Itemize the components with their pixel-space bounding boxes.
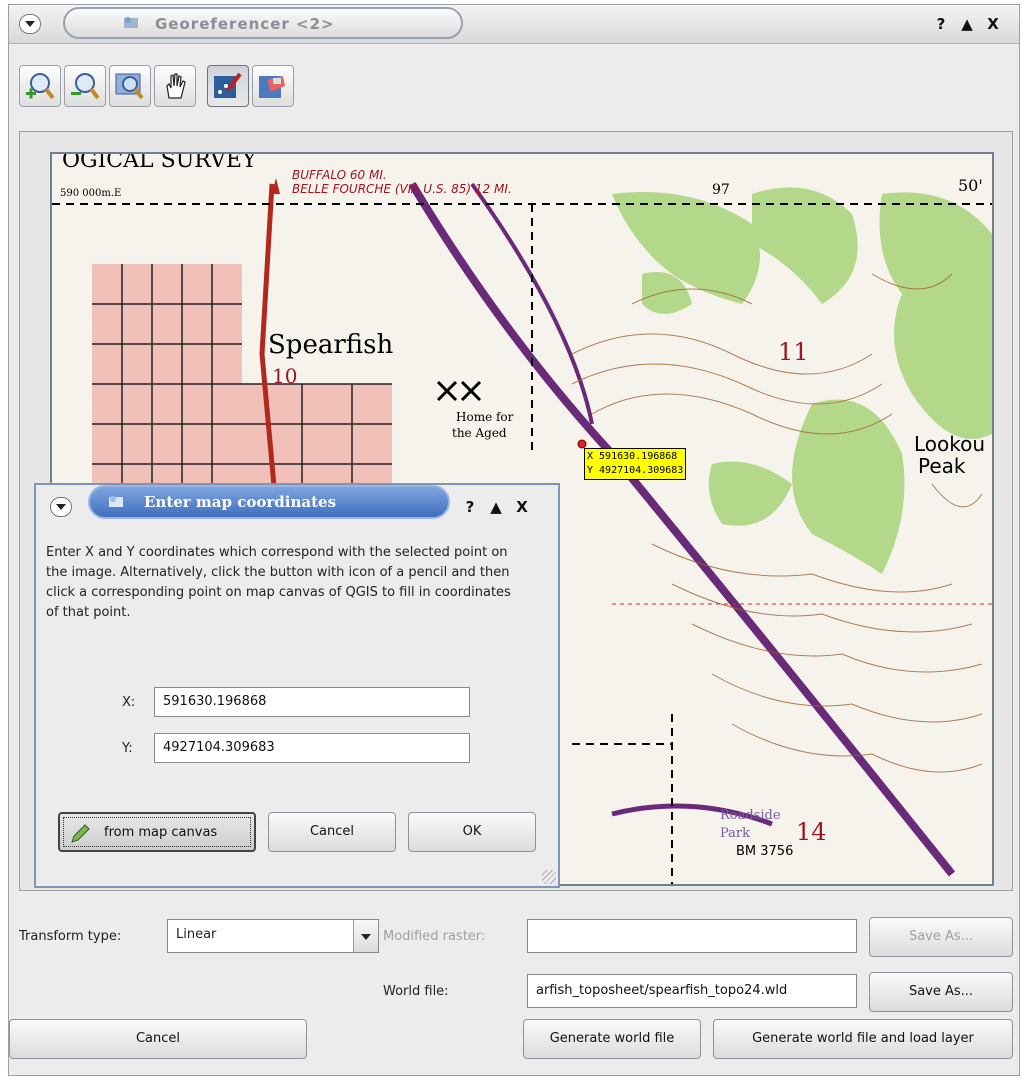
map-text-peak: Peak <box>918 454 966 478</box>
map-text-97: 97 <box>712 182 730 198</box>
map-text-scale: 590 000m.E <box>60 188 122 199</box>
y-coordinate-field[interactable]: 4927104.309683 <box>154 733 470 763</box>
world-file-field[interactable]: arfish_toposheet/spearfish_topo24.wld <box>527 974 857 1008</box>
map-text-10: 10 <box>272 364 298 388</box>
title-pill: Georeferencer <2> <box>63 7 463 39</box>
map-text-park: Park <box>720 826 751 841</box>
dialog-instructions: Enter X and Y coordinates which correspo… <box>46 545 511 620</box>
map-text-spearfish: Spearfish <box>268 330 394 360</box>
map-text-buffalo: BUFFALO 60 MI. <box>292 168 387 182</box>
zoom-to-layer-icon <box>115 73 144 100</box>
pan-button[interactable] <box>154 65 196 107</box>
delete-point-button[interactable] <box>252 65 294 107</box>
map-text-50: 50' <box>958 176 983 195</box>
delete-point-icon <box>259 76 285 98</box>
pan-icon <box>166 73 186 99</box>
x-coordinate-field[interactable]: 591630.196868 <box>154 687 470 717</box>
dialog-maximize-button[interactable]: ▲ <box>486 497 506 517</box>
map-text-11: 11 <box>778 338 809 366</box>
resize-grip-icon[interactable] <box>542 870 556 884</box>
gcp-x-label: X 591630.196868 <box>587 451 678 462</box>
transform-type-value: Linear <box>176 927 217 942</box>
zoom-out-button[interactable] <box>64 65 106 107</box>
map-text-bm: BM 3756 <box>736 844 794 859</box>
dialog-title: Enter map coordinates <box>144 493 337 511</box>
map-text-belle: BELLE FOURCHE (VIA U.S. 85) 12 MI. <box>292 182 512 196</box>
gcp-y-label: Y 4927104.309683 <box>587 465 684 476</box>
georeferencer-icon <box>109 496 123 507</box>
zoom-to-layer-button[interactable] <box>109 65 151 107</box>
add-point-button[interactable] <box>207 65 249 107</box>
enter-map-coordinates-dialog: Enter map coordinates ? ▲ X Enter X and … <box>34 483 560 888</box>
map-text-home: Home for <box>456 410 514 424</box>
zoom-out-icon <box>71 73 100 100</box>
transform-type-select[interactable]: Linear <box>167 919 379 953</box>
pencil-icon <box>71 824 90 843</box>
map-text-lookout: Lookou <box>914 432 986 456</box>
transform-type-label: Transform type: <box>19 929 122 944</box>
title-bar[interactable]: Georeferencer <2> ? ▲ X <box>9 5 1019 44</box>
modified-raster-field[interactable] <box>527 919 857 953</box>
close-button[interactable]: X <box>983 14 1003 34</box>
zoom-in-icon <box>26 73 55 100</box>
map-text-roadside: Roadside <box>720 808 781 823</box>
save-as-world-file-button[interactable]: Save As... <box>869 972 1013 1012</box>
generate-world-file-button[interactable]: Generate world file <box>523 1019 701 1059</box>
generate-and-load-button[interactable]: Generate world file and load layer <box>713 1019 1013 1059</box>
map-text-aged: the Aged <box>452 426 507 440</box>
world-file-label: World file: <box>383 984 449 999</box>
dialog-menu-button[interactable] <box>50 497 72 517</box>
modified-raster-label: Modified raster: <box>383 929 486 944</box>
cancel-button[interactable]: Cancel <box>9 1019 307 1059</box>
from-map-canvas-label: from map canvas <box>104 825 218 840</box>
map-text-14: 14 <box>796 818 827 846</box>
help-button[interactable]: ? <box>931 14 951 34</box>
chevron-down-icon[interactable] <box>353 920 378 952</box>
georeferencer-icon <box>124 17 138 28</box>
dialog-ok-button[interactable]: OK <box>408 812 536 852</box>
dialog-cancel-button[interactable]: Cancel <box>268 812 396 852</box>
maximize-button[interactable]: ▲ <box>957 14 977 34</box>
dialog-title-pill: Enter map coordinates <box>88 485 450 519</box>
x-label: X: <box>122 695 136 710</box>
dialog-title-bar[interactable]: Enter map coordinates ? ▲ X <box>34 483 560 523</box>
window-menu-button[interactable] <box>19 14 41 34</box>
gcp-coordinate-label: X 591630.196868 Y 4927104.309683 <box>584 448 687 480</box>
zoom-in-button[interactable] <box>19 65 61 107</box>
save-as-modified-raster-button[interactable]: Save As... <box>869 917 1013 957</box>
dialog-help-button[interactable]: ? <box>460 497 480 517</box>
y-label: Y: <box>122 741 133 756</box>
from-map-canvas-button[interactable]: from map canvas <box>58 812 256 852</box>
add-point-icon <box>214 72 242 98</box>
map-text-survey: OGICAL SURVEY <box>62 152 257 173</box>
dialog-close-button[interactable]: X <box>512 497 532 517</box>
window-title: Georeferencer <2> <box>155 15 335 33</box>
